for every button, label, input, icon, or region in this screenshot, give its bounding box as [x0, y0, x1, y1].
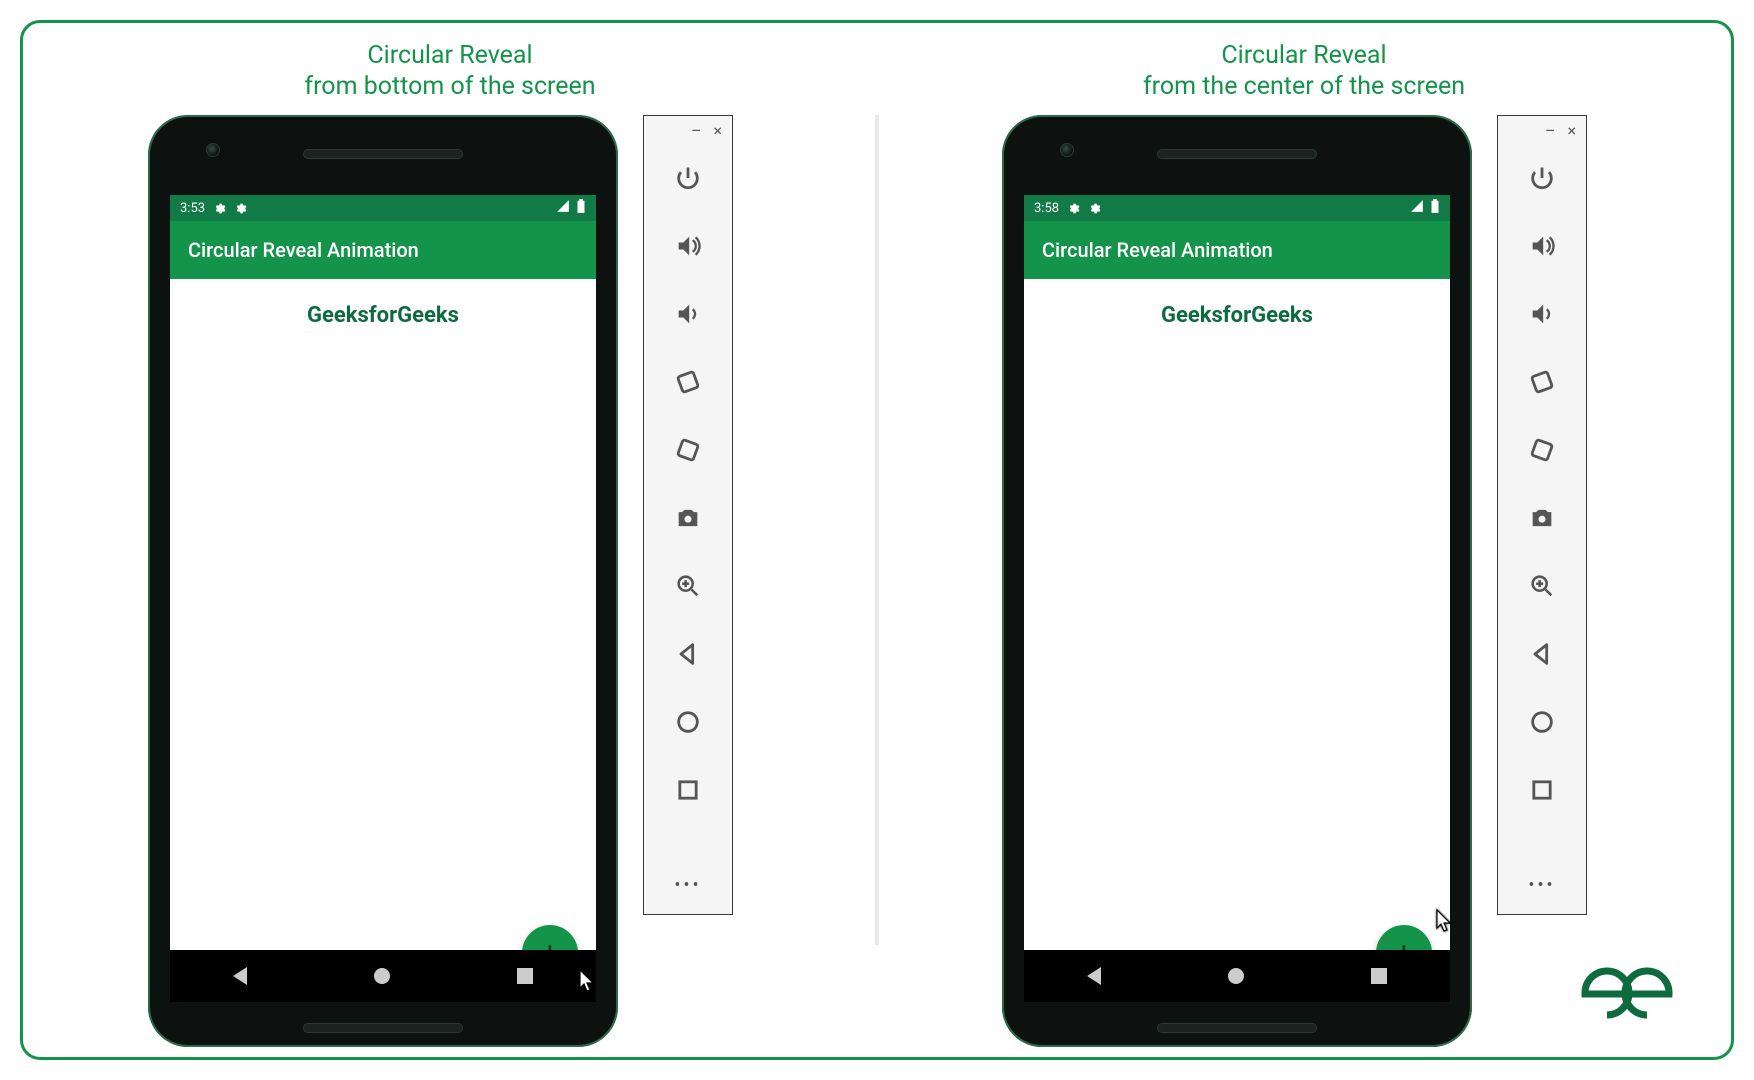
android-nav-bar — [1024, 950, 1450, 1002]
emulator-toolbar-right: – × ••• — [1497, 115, 1587, 915]
app-body: GeeksforGeeks + — [170, 303, 596, 975]
caption-left-line1: Circular Reveal — [23, 41, 877, 72]
caption-right: Circular Reveal from the center of the s… — [877, 41, 1731, 102]
signal-icon — [1410, 199, 1424, 217]
volume-down-button[interactable] — [1518, 290, 1566, 338]
phone-earpiece-region — [148, 139, 618, 169]
rotate-right-button[interactable] — [1518, 426, 1566, 474]
cursor-icon — [578, 968, 598, 994]
app-bar-title: Circular Reveal Animation — [188, 238, 419, 262]
zoom-in-button[interactable] — [1518, 562, 1566, 610]
battery-icon — [1430, 199, 1440, 217]
screenshot-button[interactable] — [664, 494, 712, 542]
emulator-toolbar-left: – × ••• — [643, 115, 733, 915]
home-button[interactable] — [1518, 698, 1566, 746]
rotate-right-button[interactable] — [664, 426, 712, 474]
phone-frame-left: 3:53 — [148, 115, 618, 1047]
app-body: GeeksforGeeks + — [1024, 303, 1450, 975]
left-panel: Circular Reveal from bottom of the scree… — [23, 23, 877, 1057]
overview-button[interactable] — [1518, 766, 1566, 814]
outer-frame: Circular Reveal from bottom of the scree… — [20, 20, 1734, 1060]
nav-home-icon[interactable] — [374, 968, 390, 984]
power-button[interactable] — [1518, 154, 1566, 202]
speaker-icon — [1157, 149, 1317, 159]
nav-back-icon[interactable] — [1087, 967, 1101, 985]
gear-icon — [234, 202, 247, 215]
nav-overview-icon[interactable] — [517, 968, 533, 984]
camera-icon — [1060, 143, 1074, 157]
app-bar-title: Circular Reveal Animation — [1042, 238, 1273, 262]
status-time: 3:53 — [180, 201, 205, 216]
power-button[interactable] — [664, 154, 712, 202]
minimize-icon[interactable]: – — [691, 121, 702, 140]
speaker-icon — [303, 149, 463, 159]
gfg-logo-icon — [1567, 959, 1687, 1029]
volume-up-button[interactable] — [664, 222, 712, 270]
nav-back-icon[interactable] — [233, 967, 247, 985]
gear-icon — [1088, 202, 1101, 215]
nav-home-icon[interactable] — [1228, 968, 1244, 984]
body-title: GeeksforGeeks — [1024, 303, 1450, 328]
gear-icon — [213, 202, 226, 215]
caption-left: Circular Reveal from bottom of the scree… — [23, 41, 877, 102]
nav-overview-icon[interactable] — [1371, 968, 1387, 984]
android-nav-bar — [170, 950, 596, 1002]
caption-right-line1: Circular Reveal — [877, 41, 1731, 72]
status-bar: 3:53 — [170, 195, 596, 221]
phone-frame-right: 3:58 — [1002, 115, 1472, 1047]
phone-screen-right: 3:58 — [1024, 195, 1450, 975]
right-panel: Circular Reveal from the center of the s… — [877, 23, 1731, 1057]
signal-icon — [556, 199, 570, 217]
close-icon[interactable]: × — [1567, 121, 1576, 140]
camera-icon — [206, 143, 220, 157]
app-bar: Circular Reveal Animation — [1024, 221, 1450, 279]
app-bar: Circular Reveal Animation — [170, 221, 596, 279]
rotate-left-button[interactable] — [1518, 358, 1566, 406]
battery-icon — [576, 199, 586, 217]
back-button[interactable] — [664, 630, 712, 678]
close-icon[interactable]: × — [713, 121, 722, 140]
volume-down-button[interactable] — [664, 290, 712, 338]
zoom-in-button[interactable] — [664, 562, 712, 610]
speaker-icon — [303, 1023, 463, 1033]
gear-icon — [1067, 202, 1080, 215]
more-button[interactable]: ••• — [1528, 875, 1555, 896]
cursor-icon — [1435, 908, 1455, 934]
screenshot-button[interactable] — [1518, 494, 1566, 542]
body-title: GeeksforGeeks — [170, 303, 596, 328]
back-button[interactable] — [1518, 630, 1566, 678]
minimize-icon[interactable]: – — [1545, 121, 1556, 140]
more-button[interactable]: ••• — [674, 875, 701, 896]
phone-earpiece-region — [1002, 139, 1472, 169]
phone-screen-left: 3:53 — [170, 195, 596, 975]
speaker-icon — [1157, 1023, 1317, 1033]
home-button[interactable] — [664, 698, 712, 746]
rotate-left-button[interactable] — [664, 358, 712, 406]
status-time: 3:58 — [1034, 201, 1059, 216]
caption-right-line2: from the center of the screen — [877, 72, 1731, 103]
caption-left-line2: from bottom of the screen — [23, 72, 877, 103]
overview-button[interactable] — [664, 766, 712, 814]
volume-up-button[interactable] — [1518, 222, 1566, 270]
status-bar: 3:58 — [1024, 195, 1450, 221]
